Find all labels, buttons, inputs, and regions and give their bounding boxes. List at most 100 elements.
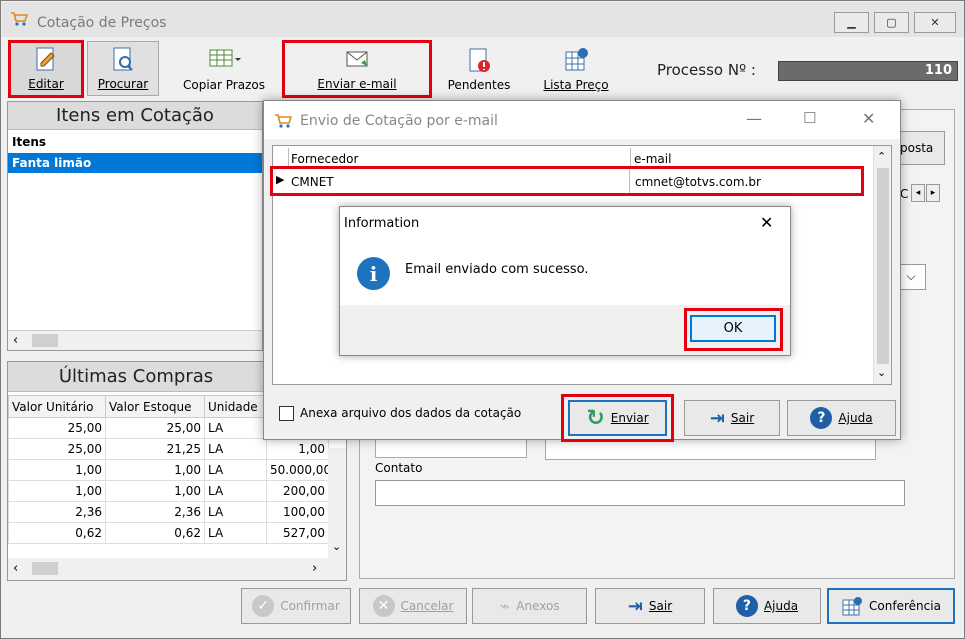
edit-icon	[36, 47, 55, 71]
scroll-thumb[interactable]	[32, 562, 58, 575]
conferencia-button[interactable]: Conferência	[827, 588, 955, 624]
field-partial[interactable]	[375, 438, 527, 458]
resposta-button[interactable]: posta	[897, 131, 945, 165]
procurar-label: Procurar	[97, 77, 149, 91]
lista-preco-label: Lista Preço	[543, 78, 609, 92]
scroll-up-icon[interactable]: ⌃	[877, 150, 886, 163]
col-fornecedor: Fornecedor	[291, 152, 359, 166]
help-icon: ?	[810, 407, 833, 429]
compras-cell: 2,36	[8, 501, 106, 523]
email-dialog-title: Envio de Cotação por e-mail	[300, 113, 498, 129]
lista-preco-button[interactable]: Lista Preço	[534, 41, 618, 96]
ajuda-button[interactable]: ? Ajuda	[713, 588, 821, 624]
cancel-icon: ✕	[372, 595, 395, 617]
contato-input[interactable]	[375, 480, 905, 506]
enviar-email-button[interactable]: Enviar e-mail	[282, 40, 432, 98]
maximize-button[interactable]: ▢	[874, 12, 909, 33]
conferencia-icon	[842, 597, 863, 616]
compras-cell: LA	[204, 480, 267, 502]
compras-cell: 1,00	[105, 480, 205, 502]
info-titlebar: Information ✕	[340, 207, 790, 239]
compras-row[interactable]: 25,00 21,25 LA 1,00	[8, 438, 329, 460]
col-email: e-mail	[634, 152, 672, 166]
pendentes-button[interactable]: Pendentes	[439, 41, 519, 96]
grid-vscrollbar[interactable]: ⌃ ⌄	[873, 146, 891, 384]
compras-row[interactable]: 1,00 1,00 LA 200,00	[8, 480, 329, 502]
ok-button[interactable]: OK	[690, 315, 776, 342]
tab-c[interactable]: C	[900, 187, 908, 201]
compras-cell: 1,00	[8, 459, 106, 481]
cancelar-button[interactable]: ✕ Cancelar	[359, 588, 467, 624]
compras-col-header: Unidade	[204, 395, 267, 418]
title-bar: Cotação de Preços ▁ ▢ ✕	[2, 2, 964, 37]
anexa-checkbox[interactable]	[279, 406, 294, 421]
price-list-icon	[565, 48, 588, 71]
scroll-down-icon[interactable]: ⌄	[332, 540, 341, 553]
info-title: Information	[344, 216, 420, 231]
compras-cell: 1,00	[266, 438, 329, 460]
scroll-left-icon[interactable]: ‹	[13, 561, 18, 576]
anexos-button[interactable]: ⌁ Anexos	[472, 588, 587, 624]
compras-row[interactable]: 0,62 0,62 LA 527,00	[8, 522, 329, 544]
compras-cell: 0,62	[8, 522, 106, 544]
cart-icon	[275, 114, 292, 128]
close-icon[interactable]: ✕	[760, 213, 773, 232]
compras-row[interactable]: 1,00 1,00 LA 50.000,00	[8, 459, 329, 481]
envelope-icon	[346, 51, 368, 67]
compras-cell: 2,36	[105, 501, 205, 523]
info-message: Email enviado com sucesso.	[405, 262, 589, 277]
maximize-icon: ▢	[886, 16, 897, 29]
scroll-thumb[interactable]	[32, 334, 58, 347]
minimize-button[interactable]: ▁	[834, 12, 869, 33]
help-icon: ?	[735, 595, 758, 617]
compras-cell: 25,00	[105, 417, 205, 439]
close-button[interactable]: ✕	[914, 12, 956, 33]
minimize-icon[interactable]: —	[746, 109, 762, 128]
dlg-sair-button[interactable]: ⇥ Sair	[684, 400, 780, 436]
compras-hscrollbar[interactable]: ‹ ›	[8, 558, 346, 580]
compras-cell: LA	[204, 438, 267, 460]
scroll-thumb[interactable]	[877, 168, 889, 364]
items-panel: Itens em Cotação Itens Fanta limão ‹	[7, 101, 263, 351]
item-row[interactable]: Fanta limão	[8, 153, 262, 173]
procurar-button[interactable]: Procurar	[87, 41, 159, 96]
confirmar-button[interactable]: ✓ Confirmar	[241, 588, 351, 624]
ajuda-label: Ajuda	[763, 599, 799, 613]
compras-cell: 25,00	[8, 417, 106, 439]
compras-cell: LA	[204, 417, 267, 439]
fornecedor-row[interactable]: ▶ CMNET cmnet@totvs.com.br	[270, 166, 864, 196]
pendentes-label: Pendentes	[447, 78, 511, 92]
copiar-prazos-label: Copiar Prazos	[183, 78, 265, 92]
fornecedor-cell: CMNET	[291, 175, 334, 189]
items-hscrollbar[interactable]: ‹	[8, 330, 262, 350]
enviar-button[interactable]: ↻ Enviar	[568, 400, 667, 436]
dlg-ajuda-button[interactable]: ? Ajuda	[787, 400, 896, 436]
exit-icon: ⇥	[709, 407, 725, 429]
tab-scroll-right[interactable]: ▸	[926, 184, 940, 202]
paperclip-icon: ⌁	[499, 595, 511, 617]
sair-button[interactable]: ⇥ Sair	[595, 588, 705, 624]
compras-col-header: Valor Estoque	[105, 395, 205, 418]
minimize-icon: ▁	[847, 16, 856, 29]
cancelar-label: Cancelar	[400, 599, 454, 613]
compras-cell: 0,62	[105, 522, 205, 544]
compras-col-header: Valor Unitário	[8, 395, 106, 418]
tab-scroll-left[interactable]: ◂	[911, 184, 925, 202]
compras-cell: 200,00	[266, 480, 329, 502]
compras-cell: 1,00	[105, 459, 205, 481]
compras-cell: LA	[204, 459, 267, 481]
compras-vscrollbar[interactable]: ⌄	[328, 448, 346, 560]
email-cell: cmnet@totvs.com.br	[635, 175, 761, 189]
search-document-icon	[113, 47, 133, 71]
copiar-prazos-button[interactable]: Copiar Prazos	[171, 41, 277, 96]
conferencia-label: Conferência	[869, 599, 941, 613]
close-icon[interactable]: ✕	[862, 109, 875, 128]
editar-button[interactable]: Editar	[8, 40, 84, 98]
processo-label: Processo Nº :	[657, 61, 756, 79]
scroll-left-icon[interactable]: ‹	[13, 333, 18, 348]
maximize-icon[interactable]: ☐	[803, 109, 816, 127]
scroll-right-icon[interactable]: ›	[312, 561, 317, 576]
scroll-down-icon[interactable]: ⌄	[877, 366, 886, 379]
compras-row[interactable]: 2,36 2,36 LA 100,00	[8, 501, 329, 523]
compras-panel-title: Últimas Compras	[8, 362, 264, 392]
